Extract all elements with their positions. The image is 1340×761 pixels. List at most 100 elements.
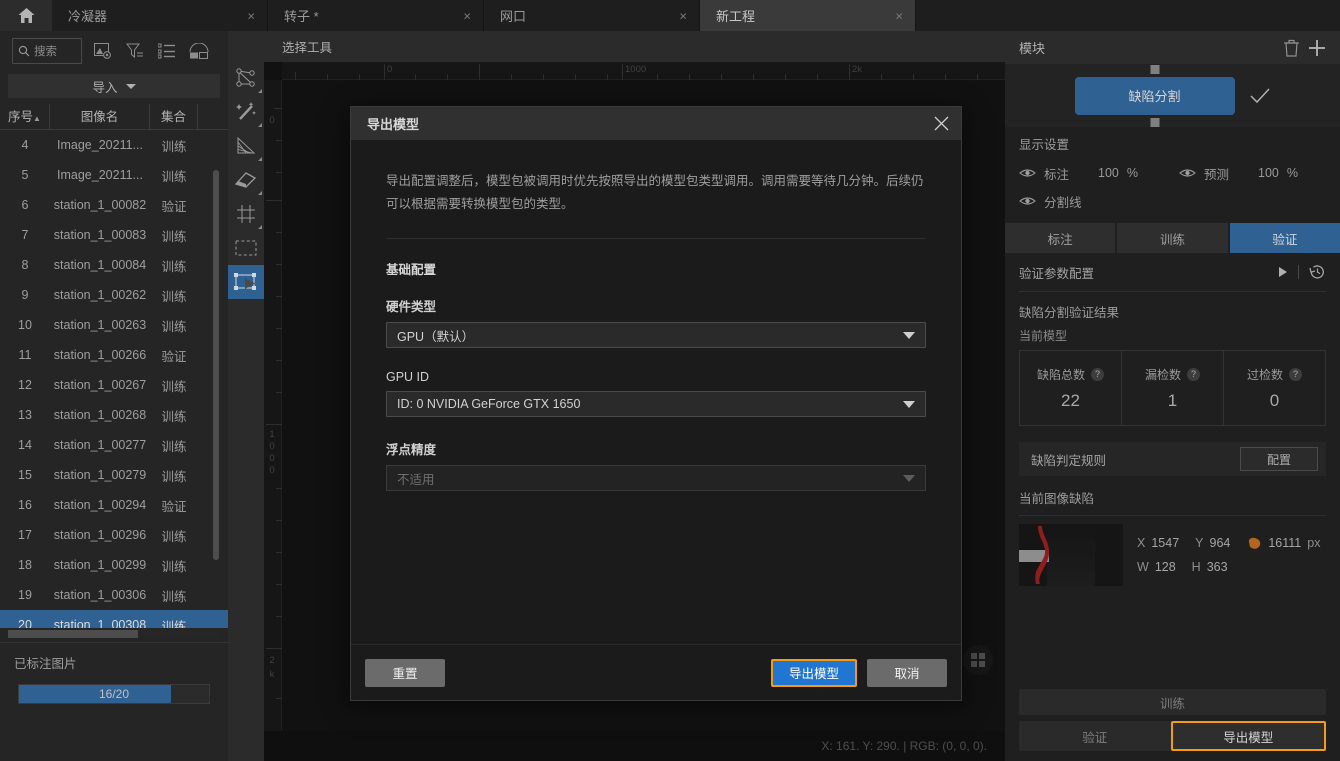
- close-icon[interactable]: ×: [679, 9, 687, 22]
- image-settings-icon[interactable]: [92, 40, 114, 62]
- tab-label: 网口: [500, 9, 527, 24]
- display-value-prediction[interactable]: 100: [1258, 166, 1279, 180]
- table-row[interactable]: 7 station_1_00083 训练: [0, 220, 228, 250]
- list-icon[interactable]: [156, 40, 178, 62]
- check-icon[interactable]: [1249, 87, 1271, 105]
- display-value-annotation[interactable]: 100: [1098, 166, 1119, 180]
- table-row[interactable]: 11 station_1_00266 验证: [0, 340, 228, 370]
- display-item-prediction[interactable]: 预测 100 %: [1179, 164, 1298, 183]
- vertical-scrollbar[interactable]: [213, 170, 219, 560]
- table-row[interactable]: 9 station_1_00262 训练: [0, 280, 228, 310]
- node-port-top[interactable]: [1150, 64, 1159, 74]
- table-row[interactable]: 4 Image_20211... 训练: [0, 130, 228, 160]
- cancel-button[interactable]: 取消: [867, 658, 947, 687]
- gpu-id-select[interactable]: ID: 0 NVIDIA GeForce GTX 1650: [386, 391, 926, 418]
- tab-1[interactable]: 转子 * ×: [268, 0, 484, 31]
- defect-card[interactable]: X 1547 Y 964 16111 px W 128 H 363: [1019, 515, 1326, 586]
- home-button[interactable]: [0, 0, 52, 31]
- node-port-bottom[interactable]: [1150, 117, 1159, 127]
- table-row[interactable]: 5 Image_20211... 训练: [0, 160, 228, 190]
- metric-false-detections: 过检数 ? 0: [1224, 351, 1325, 425]
- column-header-set[interactable]: 集合: [150, 103, 198, 130]
- search-placeholder: 搜索: [34, 46, 57, 58]
- display-item-annotation[interactable]: 标注 100 %: [1019, 164, 1179, 183]
- plus-icon[interactable]: [1304, 35, 1330, 61]
- display-label-annotation: 标注: [1044, 167, 1070, 182]
- help-icon[interactable]: ?: [1091, 367, 1104, 381]
- table-row[interactable]: 18 station_1_00299 训练: [0, 550, 228, 580]
- table-row[interactable]: 16 station_1_00294 验证: [0, 490, 228, 520]
- help-icon[interactable]: ?: [1289, 367, 1302, 381]
- column-header-name[interactable]: 图像名: [50, 103, 150, 130]
- import-button[interactable]: 导入: [8, 74, 220, 98]
- table-row[interactable]: 12 station_1_00267 训练: [0, 370, 228, 400]
- tab-3[interactable]: 新工程 ×: [700, 0, 916, 31]
- table-row[interactable]: 10 station_1_00263 训练: [0, 310, 228, 340]
- table-row[interactable]: 19 station_1_00306 训练: [0, 580, 228, 610]
- close-icon[interactable]: ×: [247, 9, 255, 22]
- row-set: 训练: [161, 529, 187, 544]
- defect-area-value: 16111: [1268, 536, 1302, 550]
- display-unit-prediction: %: [1286, 166, 1298, 180]
- hardware-type-select[interactable]: GPU（默认）: [386, 322, 926, 349]
- eye-icon[interactable]: [1019, 167, 1036, 179]
- table-row[interactable]: 13 station_1_00268 训练: [0, 400, 228, 430]
- search-input[interactable]: 搜索: [12, 38, 82, 64]
- import-label: 导入: [92, 80, 118, 95]
- export-model-panel-button[interactable]: 导出模型: [1170, 721, 1326, 751]
- filter-icon[interactable]: [124, 40, 146, 62]
- dialog-description: 导出配置调整后，模型包被调用时优先按照导出的模型包类型调用。调用需要等待几分钟。…: [386, 174, 924, 212]
- validate-button[interactable]: 验证: [1019, 721, 1171, 751]
- select-transform-tool[interactable]: [228, 265, 264, 299]
- table-row-selected[interactable]: 20 station_1_00308 训练: [0, 610, 228, 628]
- row-name: station_1_00267: [53, 378, 147, 392]
- gradient-tool[interactable]: [228, 129, 264, 163]
- tool-expand-corner: [258, 89, 262, 93]
- close-icon[interactable]: ×: [895, 9, 903, 22]
- canvas-tool-label: 选择工具: [282, 41, 333, 55]
- eye-icon[interactable]: [1019, 195, 1036, 207]
- row-name: station_1_00262: [53, 288, 147, 302]
- row-set: 训练: [161, 409, 187, 424]
- configure-button[interactable]: 配置: [1240, 447, 1318, 471]
- close-icon[interactable]: ×: [463, 9, 471, 22]
- polygon-tool[interactable]: [228, 61, 264, 95]
- shapes-icon[interactable]: [188, 40, 210, 62]
- export-model-button[interactable]: 导出模型: [770, 658, 857, 687]
- row-index: 6: [21, 198, 29, 212]
- play-icon[interactable]: [1278, 266, 1288, 278]
- eraser-tool[interactable]: [228, 163, 264, 197]
- defect-thumbnail[interactable]: [1019, 524, 1123, 586]
- tab-training[interactable]: 训练: [1117, 223, 1228, 253]
- table-row[interactable]: 6 station_1_00082 验证: [0, 190, 228, 220]
- scrollbar-thumb[interactable]: [8, 630, 138, 638]
- table-row[interactable]: 15 station_1_00279 训练: [0, 460, 228, 490]
- divider: [386, 238, 926, 240]
- marquee-tool[interactable]: [228, 231, 264, 265]
- tab-2[interactable]: 网口 ×: [484, 0, 700, 31]
- eye-icon[interactable]: [1179, 167, 1196, 179]
- table-row[interactable]: 14 station_1_00277 训练: [0, 430, 228, 460]
- horizontal-scrollbar[interactable]: [8, 630, 220, 638]
- tab-annotation[interactable]: 标注: [1005, 223, 1116, 253]
- tab-validation[interactable]: 验证: [1229, 223, 1340, 253]
- train-button[interactable]: 训练: [1019, 689, 1326, 715]
- close-icon[interactable]: [934, 116, 949, 131]
- display-item-split-line[interactable]: 分割线: [1019, 192, 1082, 211]
- module-node-defect-segmentation[interactable]: 缺陷分割: [1074, 64, 1235, 127]
- float-precision-select: 不适用: [386, 465, 926, 492]
- grid-tool[interactable]: [228, 197, 264, 231]
- trash-icon[interactable]: [1278, 35, 1304, 61]
- history-icon[interactable]: [1309, 264, 1326, 280]
- field-label-hardware-type: 硬件类型: [386, 300, 437, 315]
- reset-button[interactable]: 重置: [365, 658, 445, 687]
- tab-0[interactable]: 冷凝器 ×: [52, 0, 268, 31]
- image-table-body[interactable]: 4 Image_20211... 训练 5 Image_20211... 训练 6 sta…: [0, 130, 228, 628]
- magic-wand-tool[interactable]: [228, 95, 264, 129]
- table-row[interactable]: 17 station_1_00296 训练: [0, 520, 228, 550]
- table-row[interactable]: 8 station_1_00084 训练: [0, 250, 228, 280]
- help-icon[interactable]: ?: [1187, 367, 1200, 381]
- column-header-index[interactable]: 序号▲: [0, 103, 50, 130]
- defect-x-value: 1547: [1151, 536, 1180, 550]
- module-graph[interactable]: 缺陷分割: [1005, 64, 1340, 127]
